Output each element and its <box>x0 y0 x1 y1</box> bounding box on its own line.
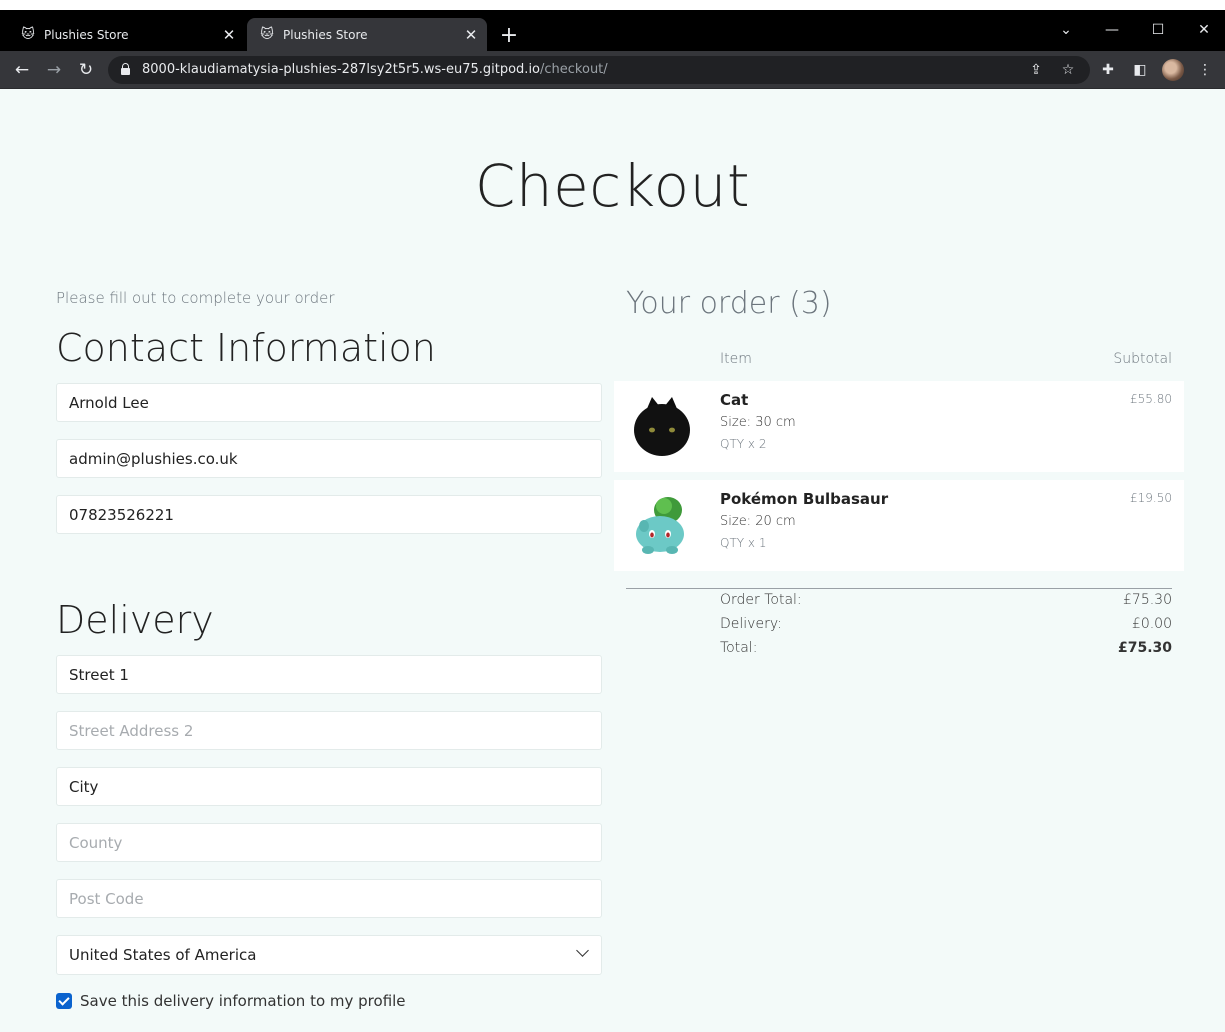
street-address-1-field[interactable]: Street 1 <box>56 655 602 694</box>
close-tab-icon[interactable]: ✕ <box>459 26 483 44</box>
star-bookmark-icon[interactable]: ☆ <box>1058 60 1078 80</box>
item-price: £19.50 <box>1130 491 1172 505</box>
full-name-field[interactable]: Arnold Lee <box>56 383 602 422</box>
lock-icon <box>121 63 130 75</box>
item-name: Cat <box>720 391 749 409</box>
item-size: Size: 30 cm <box>720 415 796 430</box>
delivery-cost-label: Delivery: <box>720 616 782 632</box>
cat-plush-image <box>634 397 690 456</box>
menu-kebab-icon[interactable]: ⋮ <box>1195 60 1215 80</box>
item-size: Size: 20 cm <box>720 514 796 529</box>
browser-toolbar: ← → ↻ 8000-klaudiamatysia-plushies-287ls… <box>0 51 1225 89</box>
order-item: Pokémon Bulbasaur Size: 20 cm QTY x 1 £1… <box>614 480 1184 571</box>
item-price: £55.80 <box>1130 392 1172 406</box>
close-tab-icon[interactable]: ✕ <box>217 26 241 44</box>
tab-plushies-store-2[interactable]: 🐱 Plushies Store ✕ <box>247 18 487 51</box>
back-arrow-icon[interactable]: ← <box>10 58 34 82</box>
url-text: 8000-klaudiamatysia-plushies-287lsy2t5r5… <box>142 62 608 77</box>
tab-search-chevron-icon[interactable]: ⌄ <box>1054 22 1078 38</box>
profile-avatar[interactable] <box>1162 59 1184 81</box>
delivery-heading: Delivery <box>56 598 214 642</box>
minimize-icon[interactable]: — <box>1100 22 1124 38</box>
share-icon[interactable]: ⇪ <box>1026 60 1046 80</box>
save-info-label: Save this delivery information to my pro… <box>80 992 406 1010</box>
window-top-edge <box>0 0 1225 10</box>
page-title: Checkout <box>474 152 751 220</box>
order-heading: Your order (3) <box>626 286 832 321</box>
cat-favicon-icon: 🐱 <box>260 27 274 42</box>
street-address-2-field[interactable]: Street Address 2 <box>56 711 602 750</box>
save-info-row[interactable]: Save this delivery information to my pro… <box>56 992 406 1010</box>
grand-total-value: £75.30 <box>1117 640 1172 656</box>
new-tab-icon[interactable]: + <box>496 24 522 50</box>
order-total-value: £75.30 <box>1123 592 1172 608</box>
forward-arrow-icon[interactable]: → <box>42 58 66 82</box>
tab-title: Plushies Store <box>283 27 368 42</box>
reload-icon[interactable]: ↻ <box>74 58 98 82</box>
save-info-checkbox[interactable] <box>56 993 72 1009</box>
order-total-label: Order Total: <box>720 592 802 608</box>
county-field[interactable]: County <box>56 823 602 862</box>
city-field[interactable]: City <box>56 767 602 806</box>
bulbasaur-plush-image <box>636 497 684 554</box>
chevron-down-icon <box>576 944 589 957</box>
country-select-value: United States of America <box>69 946 257 964</box>
subtotal-column-header: Subtotal <box>1113 351 1172 367</box>
address-bar[interactable]: 8000-klaudiamatysia-plushies-287lsy2t5r5… <box>108 56 1090 84</box>
phone-field[interactable]: 07823526221 <box>56 495 602 534</box>
tab-plushies-store-1[interactable]: 🐱 Plushies Store ✕ <box>8 18 245 51</box>
postcode-field[interactable]: Post Code <box>56 879 602 918</box>
contact-heading: Contact Information <box>56 326 436 370</box>
order-item: Cat Size: 30 cm QTY x 2 £55.80 <box>614 381 1184 472</box>
side-panel-icon[interactable]: ◧ <box>1130 60 1150 80</box>
close-window-icon[interactable]: ✕ <box>1192 22 1216 38</box>
item-qty: QTY x 2 <box>720 437 767 451</box>
tab-bar: 🐱 Plushies Store ✕ 🐱 Plushies Store ✕ + … <box>0 10 1225 51</box>
tab-title: Plushies Store <box>44 27 129 42</box>
form-instructions: Please fill out to complete your order <box>56 289 335 307</box>
cat-favicon-icon: 🐱 <box>21 27 35 42</box>
grand-total-label: Total: <box>720 640 758 656</box>
maximize-icon[interactable]: ☐ <box>1146 22 1170 38</box>
extensions-puzzle-icon[interactable]: ✚ <box>1098 60 1118 80</box>
item-name: Pokémon Bulbasaur <box>720 490 889 508</box>
summary-divider <box>626 588 1172 589</box>
country-select[interactable]: United States of America <box>56 935 602 975</box>
delivery-cost-value: £0.00 <box>1131 616 1172 632</box>
email-field[interactable]: admin@plushies.co.uk <box>56 439 602 478</box>
item-qty: QTY x 1 <box>720 536 767 550</box>
item-column-header: Item <box>720 351 752 367</box>
